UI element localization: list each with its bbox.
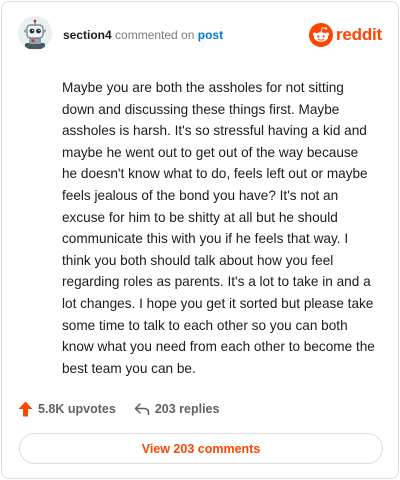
upvote-count: 5.8K upvotes bbox=[38, 402, 116, 416]
comment-actions: 5.8K upvotes 203 replies bbox=[18, 399, 219, 419]
reddit-logo-icon bbox=[308, 23, 333, 47]
reply-arrow-icon bbox=[134, 403, 150, 416]
comment-header: section4 commented on post reddit bbox=[2, 2, 398, 66]
comment-meta: section4 commented on post bbox=[63, 28, 223, 42]
comment-card: section4 commented on post reddit Maybe … bbox=[1, 1, 399, 479]
reply-count: 203 replies bbox=[154, 402, 220, 416]
upvote-arrow-icon bbox=[18, 401, 33, 417]
post-link[interactable]: post bbox=[198, 28, 223, 42]
reply-button[interactable]: 203 replies bbox=[134, 402, 220, 416]
brand-logo[interactable]: reddit bbox=[308, 22, 382, 48]
comment-body: Maybe you are both the assholes for not … bbox=[62, 80, 375, 376]
brand-name: reddit bbox=[335, 25, 382, 44]
user-avatar[interactable] bbox=[18, 16, 52, 50]
username[interactable]: section4 bbox=[63, 28, 112, 42]
view-comments-button[interactable]: View 203 comments bbox=[19, 433, 383, 464]
action-text: commented on bbox=[115, 28, 195, 42]
robot-avatar-icon bbox=[18, 16, 52, 50]
upvote-button[interactable]: 5.8K upvotes bbox=[18, 401, 116, 417]
